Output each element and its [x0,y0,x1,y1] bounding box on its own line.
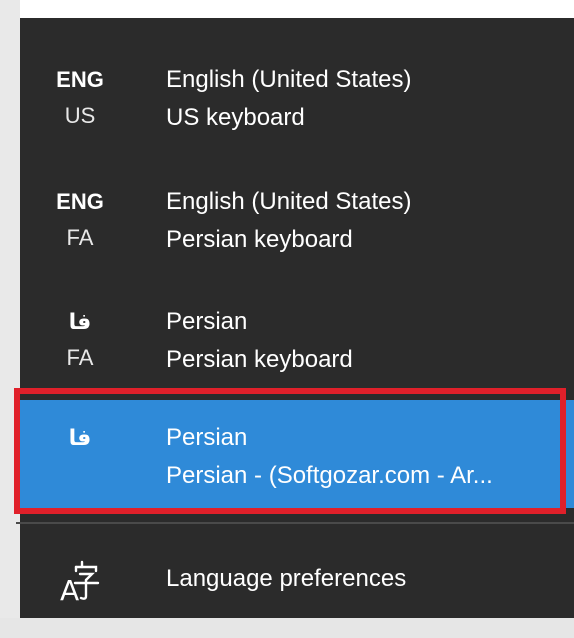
input-code-keyboard [40,456,120,492]
input-code: فا FA [40,304,120,376]
input-names: English (United States) US keyboard [166,62,556,138]
language-preferences-label: Language preferences [166,565,407,592]
input-keyboard-name: Persian keyboard [166,346,353,373]
menu-separator [16,522,574,524]
input-keyboard-name: Persian - (Softgozar.com - Ar... [166,462,493,489]
input-method-item-fa-fa[interactable]: فا FA Persian Persian keyboard [20,284,574,390]
input-language-name: Persian [166,308,248,335]
language-preferences-item[interactable]: A Language preferences [20,536,574,618]
input-method-item-eng-us[interactable]: ENG US English (United States) US keyboa… [20,42,574,148]
svg-text:A: A [60,574,79,606]
input-code: ENG FA [40,184,120,256]
input-method-flyout: ENG US English (United States) US keyboa… [14,18,574,618]
input-language-name: Persian [166,424,248,451]
input-code-keyboard: FA [66,225,94,250]
input-keyboard-name: Persian keyboard [166,226,353,253]
input-method-item-eng-fa[interactable]: ENG FA English (United States) Persian k… [20,164,574,270]
input-language-name: English (United States) [166,188,412,215]
backdrop-bottom-strip [0,618,574,638]
input-language-name: English (United States) [166,66,412,93]
input-code: ENG US [40,62,120,134]
input-names: Persian Persian - (Softgozar.com - Ar... [166,420,556,496]
input-code-language: فا [68,425,92,450]
input-code-language: فا [68,309,92,334]
input-names: English (United States) Persian keyboard [166,184,556,260]
input-method-item-fa-softgozar[interactable]: فا Persian Persian - (Softgozar.com - Ar… [20,400,574,508]
input-names: Persian Persian keyboard [166,304,556,380]
input-code-language: ENG [56,67,104,92]
input-code-keyboard: FA [66,345,94,370]
input-keyboard-name: US keyboard [166,104,305,131]
input-code: فا [40,420,120,492]
input-code-keyboard: US [64,103,96,128]
language-preferences-icon: A [54,556,104,607]
input-code-language: ENG [56,189,104,214]
backdrop-left-strip [0,0,20,638]
